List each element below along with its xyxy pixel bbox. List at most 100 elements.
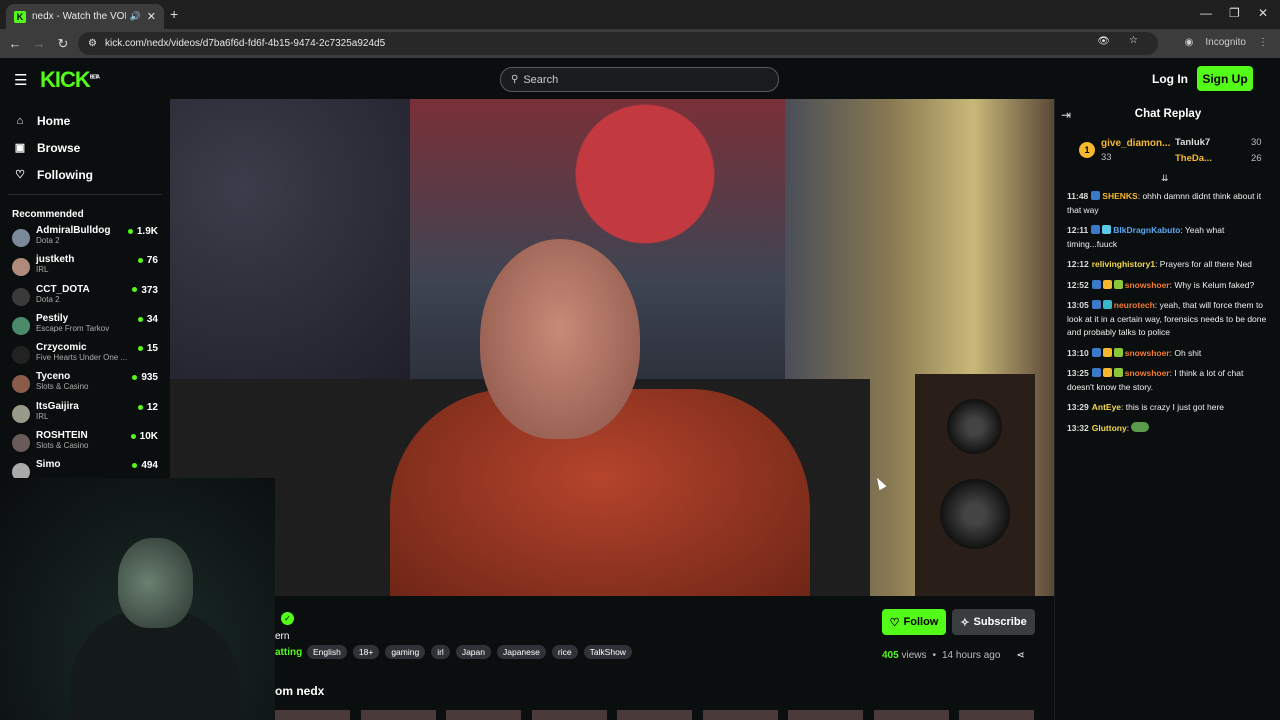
channel-item[interactable]: ROSHTEIN Slots & Casino 10K bbox=[0, 429, 170, 458]
chat-badge-icon bbox=[1091, 300, 1101, 309]
top-gifter-count: 33 bbox=[1101, 152, 1112, 163]
separator-dot: • bbox=[932, 650, 936, 661]
channel-item[interactable]: Tyceno Slots & Casino 935 bbox=[0, 370, 170, 399]
avatar bbox=[12, 229, 30, 247]
signup-button[interactable]: Sign Up bbox=[1197, 66, 1253, 91]
chat-badge-icon bbox=[1102, 279, 1112, 289]
message-text: : Oh shit bbox=[1169, 347, 1202, 358]
gifter-name[interactable]: TheDa... bbox=[1175, 153, 1212, 164]
top-gifter-name[interactable]: give_diamon... bbox=[1101, 138, 1170, 149]
site-info-icon[interactable]: ⚙ bbox=[88, 38, 97, 49]
tag-chip[interactable]: gaming bbox=[385, 645, 426, 659]
chat-username[interactable]: relivinghistory1 bbox=[1092, 259, 1155, 269]
sidebar-item-home[interactable]: ⌂ Home bbox=[0, 107, 170, 134]
share-icon[interactable]: ⋖ bbox=[1016, 650, 1024, 661]
chat-username[interactable]: snowshoer bbox=[1125, 280, 1170, 290]
chat-username[interactable]: neurotech bbox=[1114, 300, 1155, 310]
follow-button[interactable]: ♡ Follow bbox=[882, 609, 946, 635]
reload-icon[interactable]: ↻ bbox=[51, 36, 75, 52]
video-player[interactable] bbox=[170, 99, 1054, 596]
tag-chip[interactable]: Japanese bbox=[496, 645, 546, 659]
chat-username[interactable]: snowshoer bbox=[1125, 368, 1170, 378]
message-text: : Prayers for all there Ned bbox=[1155, 259, 1252, 269]
tag-chip[interactable]: rice bbox=[551, 645, 578, 659]
channel-category: IRL bbox=[36, 411, 49, 421]
chat-username[interactable]: snowshoer bbox=[1125, 348, 1170, 358]
message-text: : bbox=[1126, 422, 1130, 433]
channel-item[interactable]: Simo 494 bbox=[0, 458, 170, 478]
search-box[interactable]: ⚲ bbox=[500, 67, 779, 92]
chat-username[interactable]: AntEye bbox=[1092, 402, 1121, 412]
chat-username[interactable]: BlkDragnKabuto bbox=[1113, 225, 1180, 235]
video-thumbnail[interactable] bbox=[788, 710, 863, 720]
bookmark-star-icon[interactable]: ☆ bbox=[1129, 35, 1138, 46]
video-thumbnail[interactable] bbox=[275, 710, 350, 720]
close-tab-icon[interactable]: ✕ bbox=[147, 10, 156, 23]
category-fragment[interactable]: atting bbox=[275, 647, 302, 658]
message-time: 13:05 bbox=[1067, 300, 1089, 310]
emote-icon bbox=[1131, 421, 1150, 432]
stream-title-fragment: ern bbox=[275, 631, 290, 642]
browser-tab[interactable]: K nedx - Watch the VOD on 🔊 ✕ bbox=[6, 4, 164, 29]
message-text: : Why is Kelum faked? bbox=[1169, 279, 1255, 290]
kick-logo[interactable]: KICKBETA bbox=[40, 67, 100, 93]
menu-icon[interactable]: ☰ bbox=[14, 71, 27, 89]
tag-chip[interactable]: English bbox=[307, 645, 347, 659]
chat-badge-icon bbox=[1113, 279, 1123, 289]
tag-chip[interactable]: Japan bbox=[455, 645, 491, 659]
maximize-icon[interactable]: ❐ bbox=[1229, 6, 1240, 20]
avatar bbox=[12, 375, 30, 394]
channel-category: Dota 2 bbox=[36, 294, 60, 304]
video-thumbnail[interactable] bbox=[532, 710, 607, 720]
more-videos-title: om nedx bbox=[275, 684, 325, 698]
incognito-label[interactable]: Incognito bbox=[1205, 37, 1246, 48]
speaker-icon[interactable]: 🔊 bbox=[130, 11, 141, 22]
login-button[interactable]: Log In bbox=[1152, 72, 1188, 86]
channel-item[interactable]: CCT_DOTA Dota 2 373 bbox=[0, 283, 170, 312]
back-icon[interactable]: ← bbox=[3, 36, 27, 51]
new-tab-icon[interactable]: + bbox=[170, 6, 178, 22]
video-speaker bbox=[915, 374, 1035, 596]
tag-chip[interactable]: irl bbox=[431, 645, 450, 659]
search-input[interactable] bbox=[523, 73, 754, 86]
video-thumbnail[interactable] bbox=[874, 710, 949, 720]
video-thumbnail[interactable] bbox=[361, 710, 436, 720]
profile-icon[interactable]: ◉ bbox=[1185, 37, 1194, 48]
video-thumbnail[interactable] bbox=[446, 710, 521, 720]
chat-badge-icon bbox=[1113, 368, 1123, 377]
scroll-down-icon[interactable]: ⇊ bbox=[1161, 173, 1169, 184]
star-icon: ✧ bbox=[960, 616, 970, 629]
chat-panel: ⇥ Chat Replay 1 give_diamon... 33 Tanluk… bbox=[1054, 99, 1280, 720]
video-thumbnail[interactable] bbox=[617, 710, 692, 720]
tag-chip[interactable]: 18+ bbox=[352, 645, 380, 659]
sidebar-item-following[interactable]: ♡ Following bbox=[0, 161, 170, 188]
channel-item[interactable]: AdmiralBulldog Dota 2 1.9K bbox=[0, 224, 170, 253]
avatar bbox=[12, 434, 30, 453]
subscribe-button[interactable]: ✧ Subscribe bbox=[952, 609, 1035, 635]
sidebar-item-label: Browse bbox=[37, 140, 81, 155]
browser-toolbar: ← → ↻ ⚙ kick.com/nedx/videos/d7ba6f6d-fd… bbox=[0, 29, 1280, 58]
chat-username[interactable]: Gluttony bbox=[1092, 423, 1127, 433]
gifter-name[interactable]: Tanluk7 bbox=[1175, 137, 1210, 148]
avatar bbox=[12, 316, 30, 335]
tag-chip[interactable]: TalkShow bbox=[583, 645, 632, 659]
channel-item[interactable]: justketh IRL 76 bbox=[0, 253, 170, 282]
address-bar[interactable]: ⚙ kick.com/nedx/videos/d7ba6f6d-fd6f-4b1… bbox=[78, 32, 1158, 55]
video-thumbnail[interactable] bbox=[703, 710, 778, 720]
sidebar-item-browse[interactable]: ▣ Browse bbox=[0, 134, 170, 161]
chat-username[interactable]: SHENKS bbox=[1102, 191, 1137, 201]
minimize-icon[interactable]: — bbox=[1200, 6, 1212, 20]
video-thumbnail[interactable] bbox=[959, 710, 1034, 720]
channel-item[interactable]: Pestily Escape From Tarkov 34 bbox=[0, 312, 170, 341]
message-time: 13:10 bbox=[1067, 347, 1089, 358]
viewer-count: 935 bbox=[132, 372, 158, 383]
gifter-count: 26 bbox=[1251, 153, 1262, 164]
forward-icon[interactable]: → bbox=[27, 36, 51, 51]
channel-item[interactable]: Crzycomic Five Hearts Under One ... 15 bbox=[0, 341, 170, 370]
window-close-icon[interactable]: ✕ bbox=[1258, 6, 1268, 20]
menu-dots-icon[interactable]: ⋮ bbox=[1258, 37, 1268, 48]
avatar bbox=[12, 258, 30, 277]
eye-off-icon[interactable]: 👁 bbox=[1097, 36, 1110, 47]
channel-item[interactable]: ItsGaijira IRL 12 bbox=[0, 400, 170, 429]
video-person-head bbox=[480, 239, 640, 439]
